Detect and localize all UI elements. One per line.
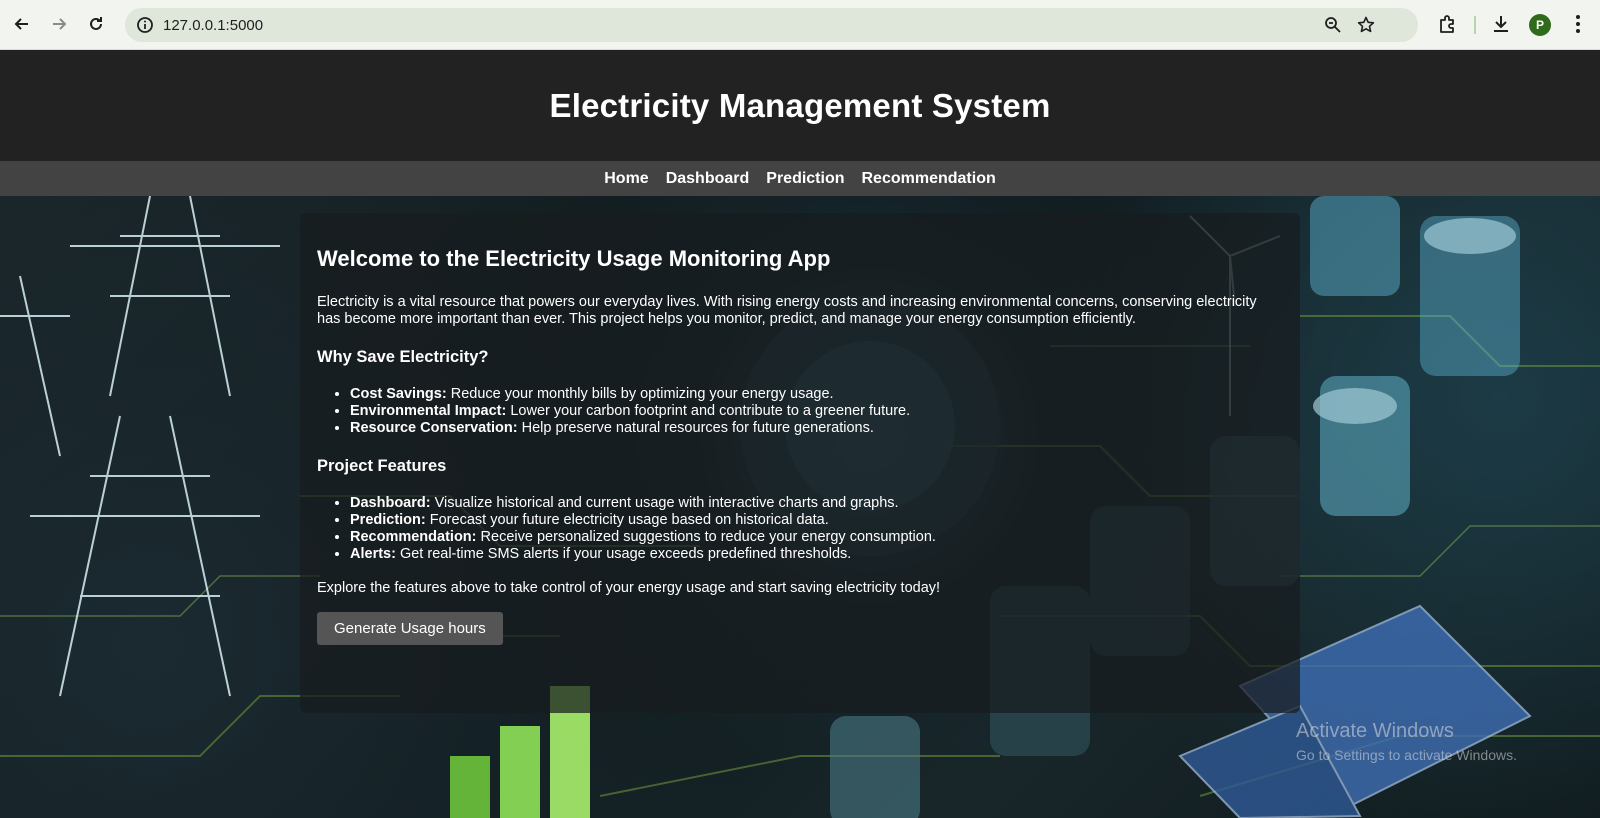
list-item-term: Cost Savings: [350, 386, 447, 402]
bookmark-star-icon[interactable] [1356, 15, 1376, 35]
site-header: Electricity Management System [0, 50, 1600, 161]
list-item-text: Lower your carbon footprint and contribu… [506, 403, 911, 419]
list-item-text: Help preserve natural resources for futu… [517, 420, 874, 436]
web-page: Electricity Management System Home Dashb… [0, 50, 1600, 818]
kebab-menu-icon[interactable] [1572, 13, 1584, 35]
list-item-term: Dashboard: [350, 495, 431, 511]
nav-link-recommendation[interactable]: Recommendation [862, 170, 996, 188]
page-title: Electricity Management System [549, 86, 1051, 124]
site-info-icon[interactable] [135, 15, 155, 35]
list-item-text: Forecast your future electricity usage b… [425, 512, 829, 528]
forward-arrow-icon[interactable] [47, 12, 71, 36]
address-bar[interactable]: 127.0.0.1:5000 [125, 8, 1418, 42]
list-item-text: Visualize historical and current usage w… [430, 495, 899, 511]
list-item-term: Resource Conservation: [350, 420, 518, 436]
list-item: Cost Savings: Reduce your monthly bills … [350, 386, 1284, 403]
list-item: Environmental Impact: Lower your carbon … [350, 403, 1284, 420]
watermark-title: Activate Windows [1296, 720, 1454, 742]
zoom-icon[interactable] [1323, 15, 1343, 35]
why-heading: Why Save Electricity? [317, 348, 489, 366]
list-item: Prediction: Forecast your future electri… [350, 512, 1284, 529]
list-item-term: Prediction: [350, 512, 426, 528]
extensions-icon[interactable] [1437, 13, 1459, 35]
list-item: Resource Conservation: Help preserve nat… [350, 420, 1284, 437]
list-item: Alerts: Get real-time SMS alerts if your… [350, 546, 1284, 563]
list-item-term: Recommendation: [350, 529, 477, 545]
list-item: Dashboard: Visualize historical and curr… [350, 495, 1284, 512]
list-item-text: Reduce your monthly bills by optimizing … [446, 386, 834, 402]
watermark-subtitle: Go to Settings to activate Windows. [1296, 747, 1517, 763]
hero-background: Welcome to the Electricity Usage Monitor… [0, 196, 1600, 818]
profile-avatar[interactable]: P [1529, 14, 1551, 36]
main-nav: Home Dashboard Prediction Recommendation [0, 161, 1600, 196]
intro-paragraph: Electricity is a vital resource that pow… [317, 294, 1257, 327]
list-item-text: Get real-time SMS alerts if your usage e… [395, 546, 852, 562]
explore-paragraph: Explore the features above to take contr… [317, 580, 941, 596]
welcome-heading: Welcome to the Electricity Usage Monitor… [317, 246, 831, 271]
list-item-term: Environmental Impact: [350, 403, 507, 419]
welcome-card: Welcome to the Electricity Usage Monitor… [300, 213, 1300, 713]
reload-icon[interactable] [84, 12, 108, 36]
nav-link-dashboard[interactable]: Dashboard [666, 170, 750, 188]
list-item-term: Alerts: [350, 546, 396, 562]
windows-activation-watermark: Activate Windows Go to Settings to activ… [1296, 720, 1517, 763]
browser-toolbar: 127.0.0.1:5000 P [0, 0, 1600, 50]
toolbar-divider [1474, 16, 1476, 34]
generate-usage-hours-button[interactable]: Generate Usage hours [317, 612, 503, 645]
why-list: Cost Savings: Reduce your monthly bills … [317, 386, 1284, 437]
features-heading: Project Features [317, 457, 447, 475]
back-arrow-icon[interactable] [10, 12, 34, 36]
list-item: Recommendation: Receive personalized sug… [350, 529, 1284, 546]
avatar-letter: P [1535, 18, 1544, 32]
download-icon[interactable] [1490, 13, 1512, 35]
url-text[interactable]: 127.0.0.1:5000 [163, 17, 263, 34]
nav-link-prediction[interactable]: Prediction [766, 170, 844, 188]
features-list: Dashboard: Visualize historical and curr… [317, 495, 1284, 563]
list-item-text: Receive personalized suggestions to redu… [476, 529, 936, 545]
nav-link-home[interactable]: Home [604, 170, 648, 188]
